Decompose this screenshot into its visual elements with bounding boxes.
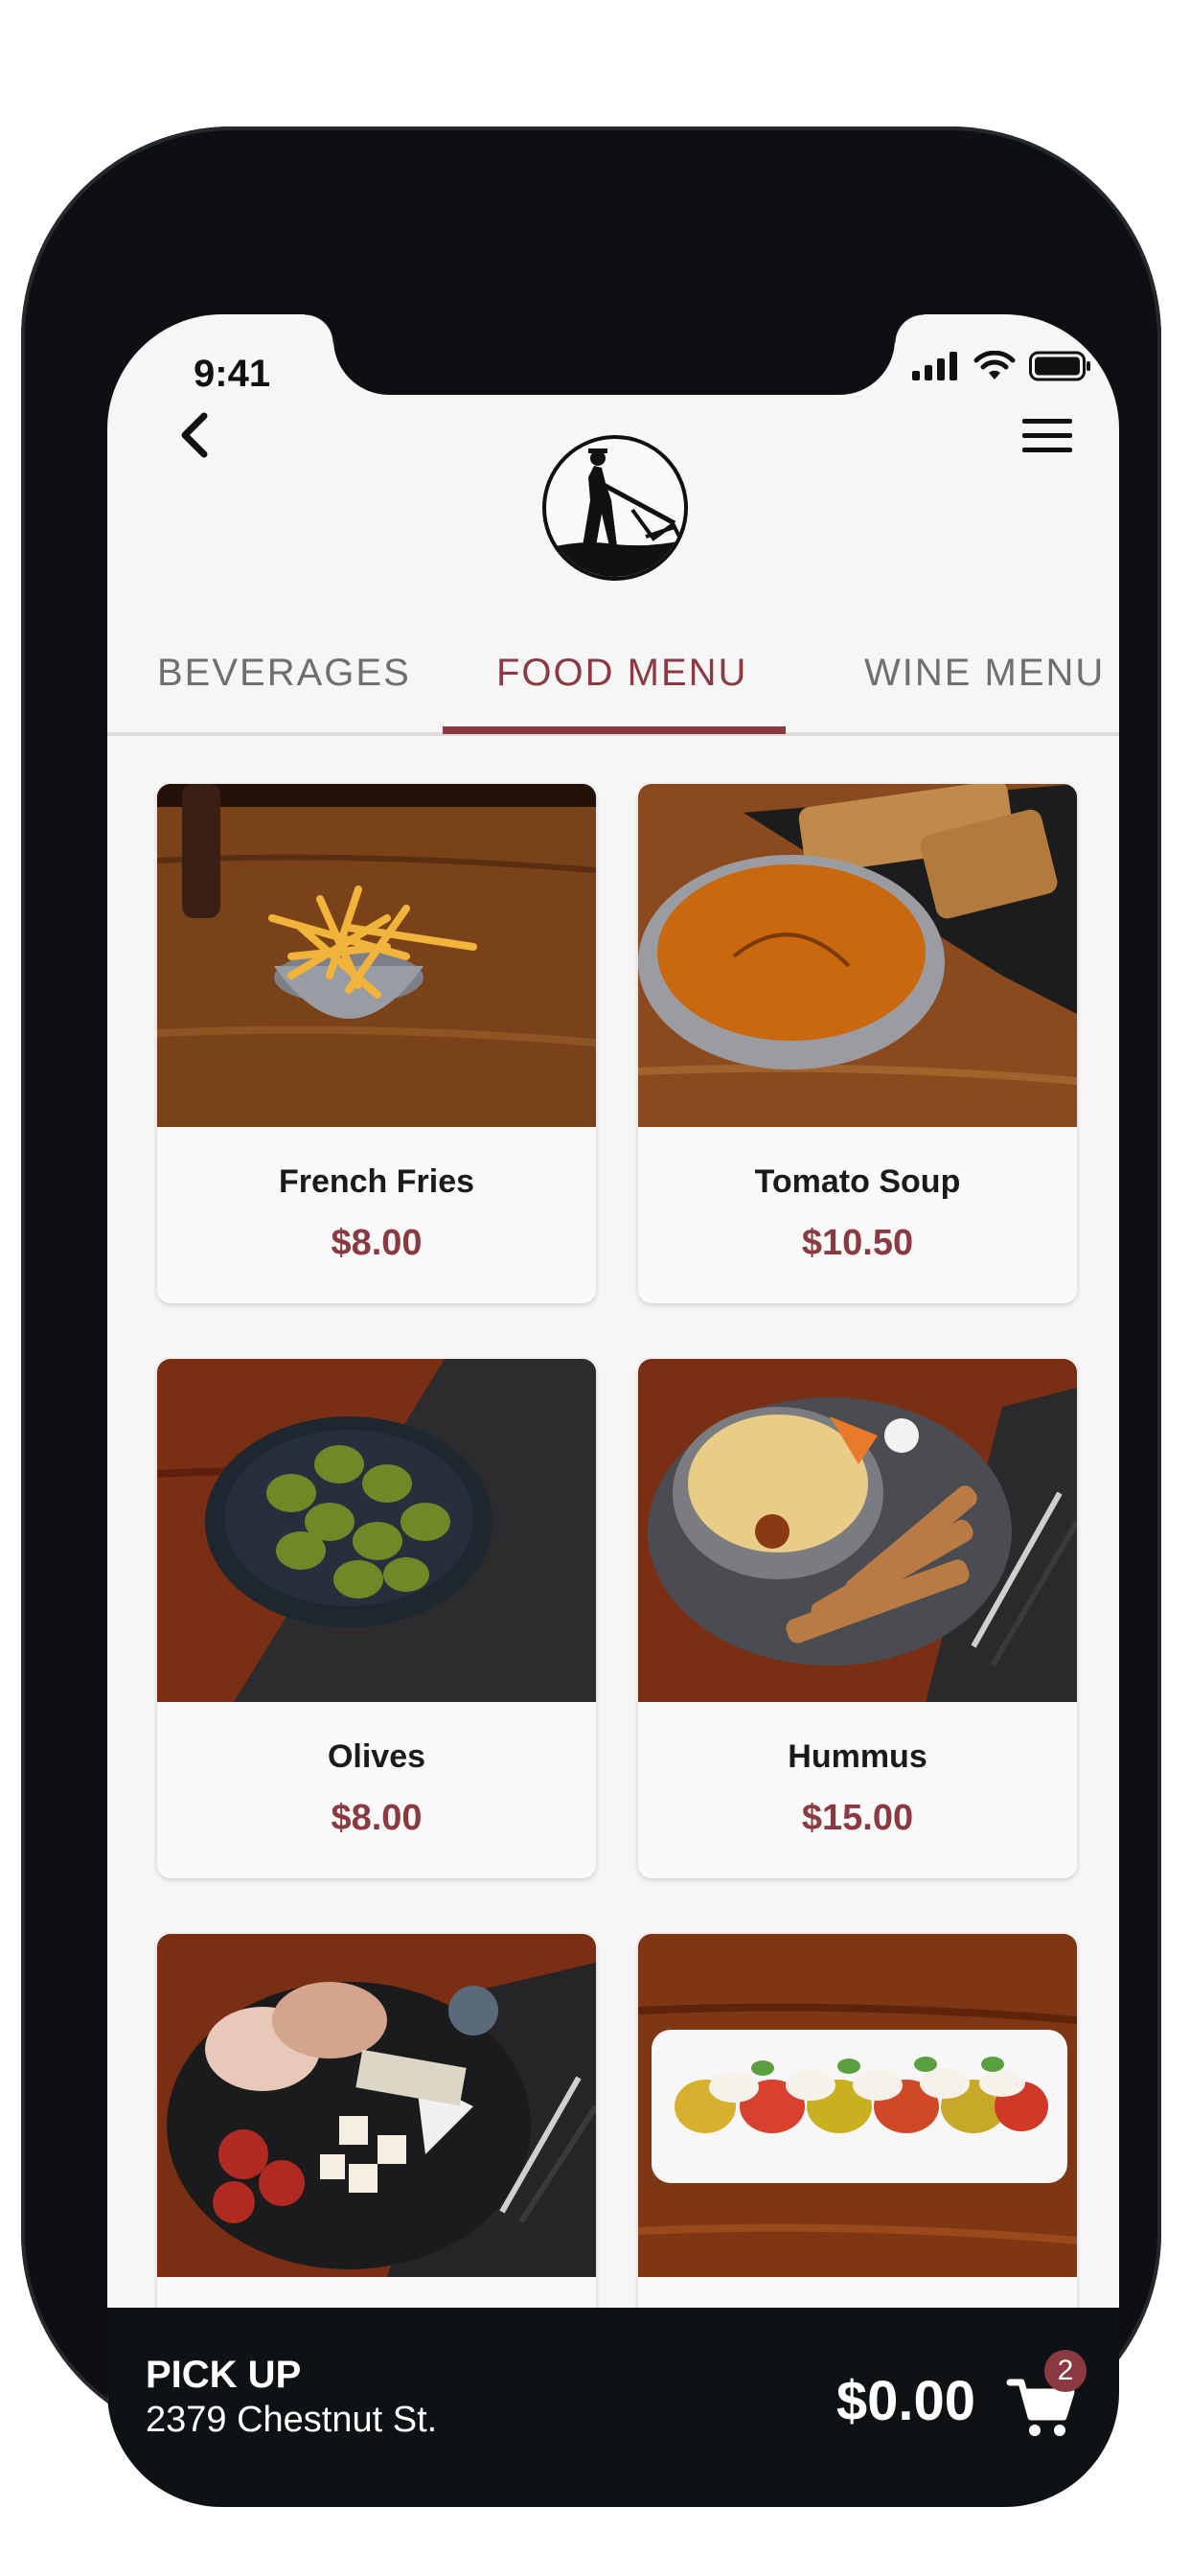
charcuterie-photo xyxy=(157,1934,596,2277)
tab-beverages[interactable]: BEVERAGES xyxy=(157,652,411,695)
tab-wine-menu[interactable]: WINE MENU xyxy=(864,652,1105,695)
chevron-left-icon xyxy=(181,412,208,458)
caprese-photo xyxy=(638,1934,1077,2277)
pickup-address[interactable]: 2379 Chestnut St. xyxy=(146,2400,437,2441)
menu-item-card[interactable]: Hummus $15.00 xyxy=(638,1359,1077,1878)
menu-item-name: Olives xyxy=(327,1738,426,1775)
menu-item-card[interactable]: Tomato Soup $10.50 xyxy=(638,784,1077,1303)
hamburger-icon-line xyxy=(1022,432,1072,438)
menu-item-name: Tomato Soup xyxy=(754,1163,961,1200)
back-button[interactable] xyxy=(165,406,222,464)
menu-item-card[interactable]: French Fries $8.00 xyxy=(157,784,596,1303)
cart-count-badge: 2 xyxy=(1044,2350,1087,2392)
category-tabs: BEVERAGES FOOD MENU WINE MENU xyxy=(107,631,1119,736)
hamburger-menu-button[interactable] xyxy=(1014,406,1081,464)
french-fries-photo xyxy=(157,784,596,1127)
status-icons xyxy=(912,351,1092,381)
active-tab-indicator xyxy=(443,726,786,734)
restaurant-logo xyxy=(542,435,688,581)
menu-item-name: French Fries xyxy=(278,1163,475,1200)
battery-icon xyxy=(1029,351,1090,381)
menu-item-price: $10.50 xyxy=(801,1223,914,1263)
status-time: 9:41 xyxy=(194,353,271,395)
hamburger-icon-line xyxy=(1022,447,1072,452)
app-screen: 9:41 BEVERAGES FOOD MENU WINE MENU Frenc… xyxy=(107,314,1119,2507)
menu-item-price: $8.00 xyxy=(331,1223,423,1263)
signal-icon xyxy=(912,352,957,380)
cart-total: $0.00 xyxy=(835,2370,975,2432)
menu-item-name: Hummus xyxy=(788,1738,927,1775)
tomato-soup-photo xyxy=(638,784,1077,1127)
notch xyxy=(305,314,924,395)
menu-item-card[interactable]: Olives $8.00 xyxy=(157,1359,596,1878)
wifi-icon xyxy=(973,351,1016,380)
tab-food-menu[interactable]: FOOD MENU xyxy=(496,652,747,695)
menu-item-price: $8.00 xyxy=(331,1798,423,1838)
hamburger-icon-line xyxy=(1022,418,1072,424)
menu-item-price: $15.00 xyxy=(801,1798,914,1838)
olives-photo xyxy=(157,1359,596,1702)
pickup-label[interactable]: PICK UP xyxy=(146,2354,301,2397)
order-summary-bar: PICK UP 2379 Chestnut St. $0.00 2 xyxy=(107,2308,1119,2507)
hummus-photo xyxy=(638,1359,1077,1702)
phone-frame: 9:41 BEVERAGES FOOD MENU WINE MENU Frenc… xyxy=(21,126,1161,2507)
